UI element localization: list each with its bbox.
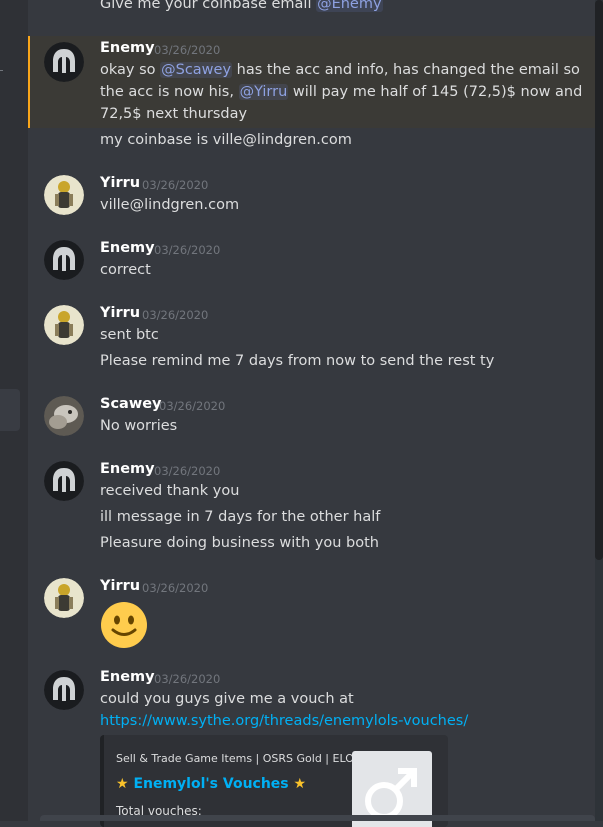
avatar-enemy[interactable] bbox=[44, 670, 84, 710]
scrollbar-thumb[interactable] bbox=[595, 0, 603, 560]
avatar-scawey[interactable] bbox=[44, 396, 84, 436]
avatar-yirru[interactable] bbox=[44, 305, 84, 345]
message-line: could you guys give me a vouch at bbox=[100, 691, 354, 707]
message-line: received thank you bbox=[100, 483, 240, 499]
character-avatar-icon bbox=[44, 305, 84, 345]
message-line: ville@lindgren.com bbox=[100, 197, 240, 213]
link-embed: Sell & Trade Game Items | OSRS Gold | EL… bbox=[100, 735, 448, 827]
timestamp: 03/26/2020 bbox=[154, 43, 221, 57]
sidebar-marker bbox=[0, 70, 3, 71]
username[interactable]: Enemy bbox=[100, 40, 155, 56]
message-line: correct bbox=[100, 262, 151, 278]
avatar-yirru[interactable] bbox=[44, 175, 84, 215]
embed-provider[interactable]: Sell & Trade Game Items | OSRS Gold | EL… bbox=[116, 752, 354, 765]
user-mention[interactable]: @Yirru bbox=[238, 84, 289, 100]
message-line: my coinbase is ville@lindgren.com bbox=[100, 132, 352, 148]
server-sidebar bbox=[0, 0, 28, 821]
message-line: sent btc bbox=[100, 327, 159, 343]
character-avatar-icon bbox=[44, 578, 84, 618]
smiling-face-emoji-icon[interactable] bbox=[100, 601, 148, 649]
timestamp: 03/26/2020 bbox=[142, 308, 209, 322]
helmet-avatar-icon bbox=[44, 42, 84, 82]
animal-avatar-icon bbox=[44, 396, 84, 436]
message-line: ill message in 7 days for the other half bbox=[100, 509, 381, 525]
timestamp: 03/26/2020 bbox=[142, 581, 209, 595]
embed-title[interactable]: ★ Enemylol's Vouches ★ bbox=[116, 776, 306, 792]
timestamp: 03/26/2020 bbox=[154, 464, 221, 478]
message-line: Give me your coinbase email @Enemy bbox=[100, 0, 383, 12]
username[interactable]: Yirru bbox=[100, 578, 140, 594]
message-line: okay so @Scawey has the acc and info, ha… bbox=[100, 62, 580, 78]
avatar-enemy[interactable] bbox=[44, 42, 84, 82]
avatar-enemy[interactable] bbox=[44, 240, 84, 280]
star-icon: ★ bbox=[116, 776, 129, 792]
helmet-avatar-icon bbox=[44, 670, 84, 710]
user-mention[interactable]: @Enemy bbox=[316, 0, 383, 12]
timestamp: 03/26/2020 bbox=[154, 243, 221, 257]
helmet-avatar-icon bbox=[44, 461, 84, 501]
message-link[interactable]: https://www.sythe.org/threads/enemylols-… bbox=[100, 713, 468, 729]
message-line: 72,5$ next thursday bbox=[100, 106, 248, 122]
username[interactable]: Enemy bbox=[100, 461, 155, 477]
helmet-avatar-icon bbox=[44, 240, 84, 280]
message-line: No worries bbox=[100, 418, 178, 434]
user-mention[interactable]: @Scawey bbox=[160, 62, 233, 78]
username[interactable]: Enemy bbox=[100, 240, 155, 256]
message-line: the acc is now his, @Yirru will pay me h… bbox=[100, 84, 583, 100]
timestamp: 03/26/2020 bbox=[154, 672, 221, 686]
star-icon: ★ bbox=[293, 776, 307, 792]
username[interactable]: Yirru bbox=[100, 175, 140, 191]
username[interactable]: Enemy bbox=[100, 669, 155, 685]
username[interactable]: Scawey bbox=[100, 396, 162, 412]
timestamp: 03/26/2020 bbox=[142, 178, 209, 192]
message-line: Please remind me 7 days from now to send… bbox=[100, 353, 495, 369]
avatar-yirru[interactable] bbox=[44, 578, 84, 618]
message-input-edge[interactable] bbox=[40, 815, 595, 821]
character-avatar-icon bbox=[44, 175, 84, 215]
timestamp: 03/26/2020 bbox=[159, 399, 226, 413]
message-line: Pleasure doing business with you both bbox=[100, 535, 379, 551]
sidebar-selected-item[interactable] bbox=[0, 389, 20, 431]
username[interactable]: Yirru bbox=[100, 305, 140, 321]
avatar-enemy[interactable] bbox=[44, 461, 84, 501]
